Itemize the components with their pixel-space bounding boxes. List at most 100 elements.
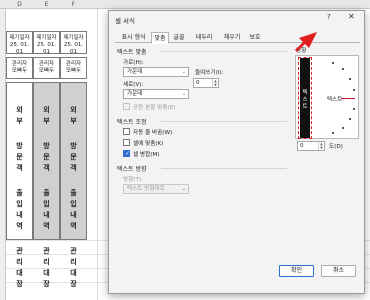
title-char: 외: [43, 106, 50, 114]
angle-dot[interactable]: [342, 68, 344, 70]
spin-down-icon[interactable]: ▼: [213, 83, 218, 87]
wrap-text-label: 자동 줄 바꿈(W): [133, 130, 173, 136]
angle-dot[interactable]: [349, 78, 351, 80]
indent-value: 0: [196, 80, 200, 86]
angle-dot[interactable]: [332, 132, 334, 134]
angle-dot[interactable]: [353, 89, 355, 91]
title-char: 문: [43, 153, 50, 161]
title-char: 역: [43, 222, 50, 230]
title-char: 출: [70, 189, 77, 197]
highlight-box: [298, 57, 312, 139]
title-char: 입: [16, 200, 23, 208]
title-char: 객: [70, 164, 77, 172]
cancel-button[interactable]: 취소: [321, 265, 356, 277]
degrees-value: 0: [300, 143, 304, 149]
shrink-to-fit-checkbox[interactable]: [123, 139, 130, 146]
chevron-down-icon: ⌄: [181, 69, 186, 75]
ok-button[interactable]: 확인: [279, 265, 314, 277]
title-char: 문: [70, 153, 77, 161]
text-direction-section-title: 텍스트 방향: [117, 166, 147, 173]
tab-font[interactable]: 글꼴: [171, 32, 187, 43]
title-char: 객: [43, 164, 50, 172]
degrees-spinner[interactable]: 0 ▲ ▼: [297, 141, 325, 151]
horizontal-label: 가로(H):: [123, 60, 144, 66]
wrap-text-checkbox[interactable]: [123, 128, 130, 135]
angle-needle[interactable]: [341, 98, 355, 99]
date-label: 제기일자: [36, 35, 57, 41]
angle-dot[interactable]: [349, 118, 351, 120]
annotation-arrow-icon: [295, 32, 317, 52]
column-header-d[interactable]: D: [6, 0, 33, 9]
manager-cell[interactable]: 관리자 모빠두: [60, 57, 87, 79]
check-icon: ✓: [124, 150, 131, 157]
orientation-preview[interactable]: 텍 스 트 텍스트: [295, 55, 359, 139]
column-header-f[interactable]: F: [60, 0, 87, 9]
help-icon[interactable]: ?: [327, 13, 331, 21]
date-label: 제기일자: [9, 35, 30, 41]
direction-dropdown[interactable]: 텍스트 방향대로 ⌄: [123, 184, 189, 194]
angle-dot[interactable]: [353, 108, 355, 110]
manager-label: 관리자: [65, 61, 82, 67]
section-divider: [161, 168, 287, 169]
tab-border[interactable]: 테두리: [191, 32, 217, 43]
spin-down-icon[interactable]: ▼: [319, 146, 324, 150]
vertical-title-cell[interactable]: 외 부 방 문 객 출 입 내 역 관 리 대 장: [33, 82, 60, 288]
horizontal-dropdown[interactable]: 가운데 ⌄: [123, 67, 189, 77]
format-cells-dialog: 셀 서식 ? ✕ 표시 형식 맞춤 글꼴 테두리 채우기 보호 텍스트 맞춤 가…: [108, 10, 365, 294]
angle-dot[interactable]: [342, 127, 344, 129]
title-char: 출: [16, 189, 23, 197]
date-cell[interactable]: 제기일자 25. 01. 01: [33, 31, 60, 55]
vertical-title-cell[interactable]: 외 부 방 문 객 출 입 내 역 관 리 대 장: [60, 82, 87, 288]
title-char: 관: [16, 247, 23, 255]
tab-fill[interactable]: 채우기: [219, 32, 245, 43]
title-char: 대: [43, 269, 50, 277]
screen: D E F 제기일자 25. 01. 01 관리자 모빠두 외 부 방 문 객 …: [0, 0, 370, 300]
manager-cell[interactable]: 관리자 모빠두: [33, 57, 60, 79]
vertical-dropdown[interactable]: 가운데 ⌄: [123, 89, 189, 99]
date-value: 25. 01. 01: [9, 42, 30, 55]
spinner-buttons[interactable]: ▲ ▼: [212, 79, 218, 87]
spinner-buttons[interactable]: ▲ ▼: [318, 142, 324, 150]
section-divider: [161, 121, 287, 122]
title-char: 내: [70, 211, 77, 219]
title-char: 문: [16, 153, 23, 161]
dialog-title: 셀 서식: [115, 17, 136, 25]
orientation-text-label: 텍스트: [327, 97, 343, 103]
close-icon[interactable]: ✕: [348, 12, 355, 21]
column-header-e[interactable]: E: [33, 0, 60, 9]
angle-dot[interactable]: [332, 62, 334, 64]
title-char: 내: [43, 211, 50, 219]
title-char: 입: [70, 200, 77, 208]
vertical-label: 세로(V):: [123, 82, 144, 88]
text-alignment-section-title: 텍스트 맞춤: [117, 49, 147, 56]
title-char: 리: [43, 258, 50, 266]
title-char: 역: [70, 222, 77, 230]
tab-protection[interactable]: 보호: [247, 32, 263, 43]
title-char: 방: [43, 142, 50, 150]
date-cell[interactable]: 제기일자 25. 01. 01: [60, 31, 87, 55]
title-char: 부: [16, 117, 23, 125]
direction-label: 방향(T):: [123, 177, 143, 183]
vertical-title-cell[interactable]: 외 부 방 문 객 출 입 내 역 관 리 대 장: [6, 82, 33, 288]
title-char: 부: [43, 117, 50, 125]
merge-cells-checkbox[interactable]: ✓: [123, 150, 130, 157]
indent-spinner[interactable]: 0 ▲ ▼: [193, 78, 219, 88]
manager-name: 모빠두: [38, 68, 55, 74]
distributed-checkbox[interactable]: [123, 103, 130, 110]
manager-cell[interactable]: 관리자 모빠두: [6, 57, 33, 79]
title-char: 외: [16, 106, 23, 114]
title-char: 리: [16, 258, 23, 266]
tab-alignment[interactable]: 맞춤: [151, 32, 169, 44]
title-char: 객: [16, 164, 23, 172]
title-char: 방: [16, 142, 23, 150]
title-char: 출: [43, 189, 50, 197]
date-label: 제기일자: [63, 35, 84, 41]
title-char: 내: [16, 211, 23, 219]
manager-name: 모빠두: [11, 68, 28, 74]
tab-number-format[interactable]: 표시 형식: [117, 32, 150, 43]
column-header-bar: D E F: [0, 0, 370, 9]
merge-cells-label: 셀 병합(M): [133, 152, 160, 158]
title-char: 장: [43, 280, 50, 288]
title-char: 입: [43, 200, 50, 208]
date-cell[interactable]: 제기일자 25. 01. 01: [6, 31, 33, 55]
